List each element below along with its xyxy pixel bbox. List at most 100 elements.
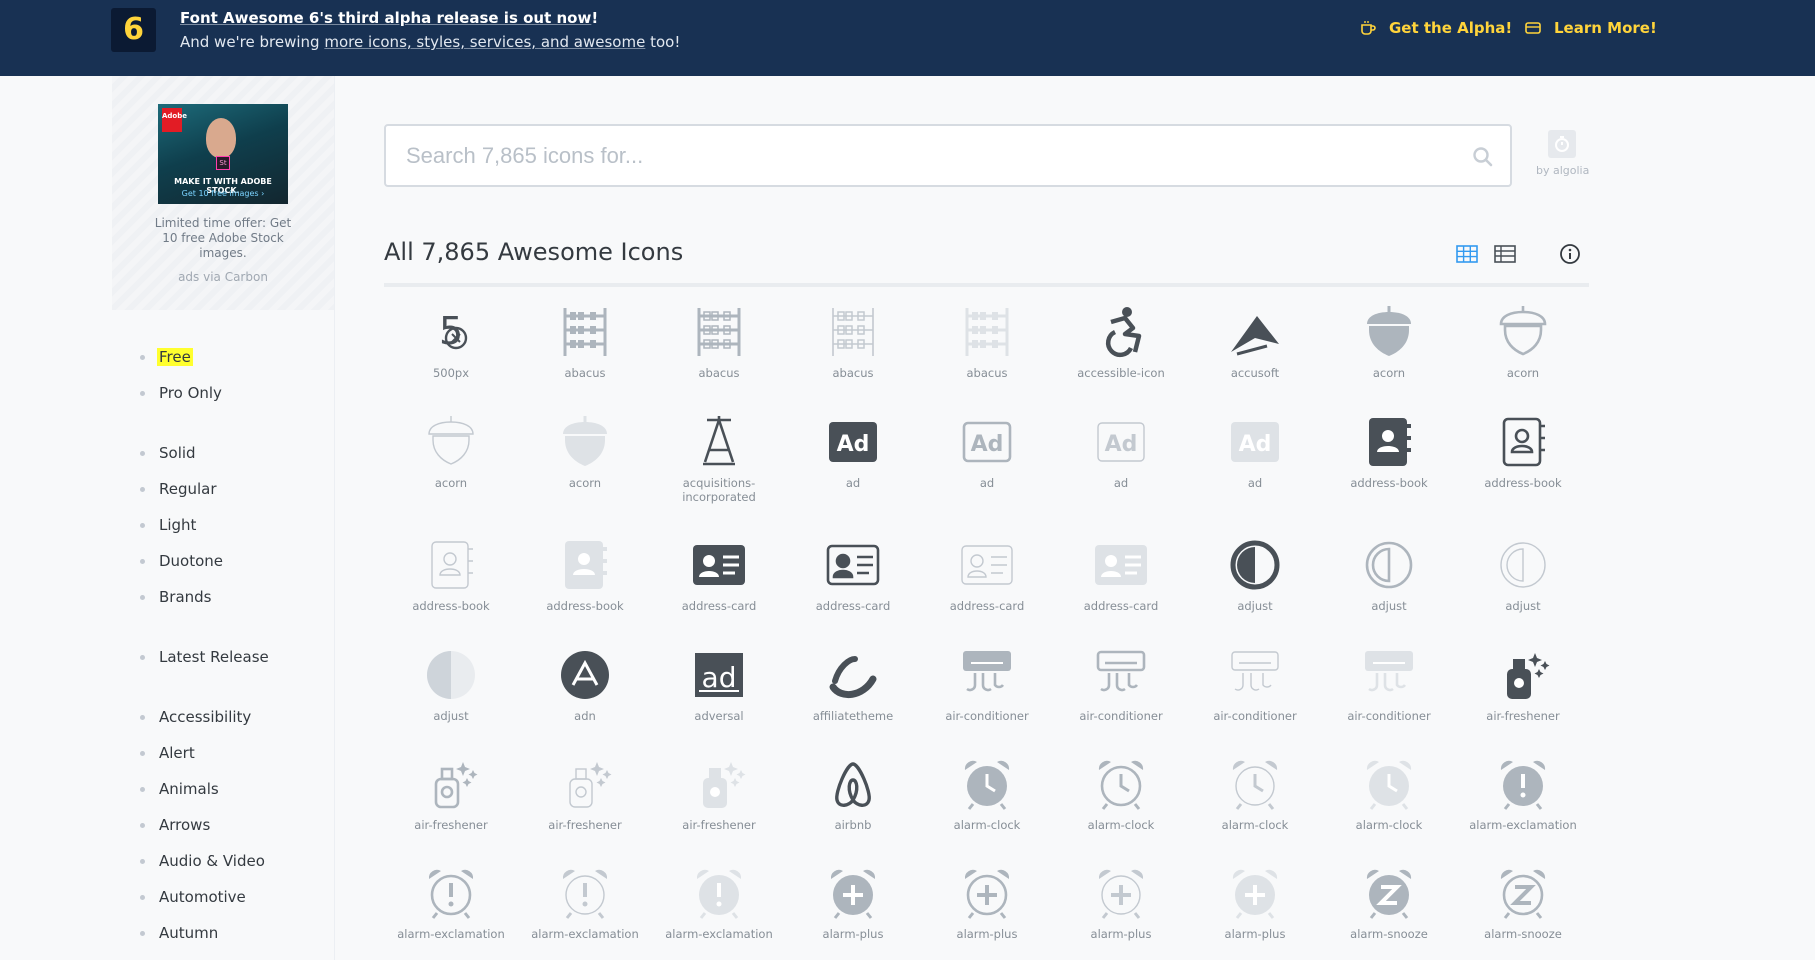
- icon-grid-item[interactable]: acorn: [1456, 304, 1590, 380]
- icon-grid-item[interactable]: address-book: [1322, 414, 1456, 490]
- filter-item[interactable]: Duotone: [140, 551, 223, 571]
- icon-grid-item[interactable]: alarm-exclamation: [1456, 756, 1590, 832]
- icon-grid-item[interactable]: address-book: [1456, 414, 1590, 490]
- filter-item[interactable]: Light: [140, 515, 196, 535]
- icon-grid-item[interactable]: adjust: [1456, 537, 1590, 613]
- icon-grid-item[interactable]: acorn: [384, 414, 518, 490]
- icon-grid-item[interactable]: alarm-exclamation: [652, 865, 786, 941]
- icon-grid-item[interactable]: air-freshener: [518, 756, 652, 832]
- icon-grid-item[interactable]: alarm-exclamation: [384, 865, 518, 941]
- filter-item[interactable]: Alert: [140, 743, 195, 763]
- icon-grid-item[interactable]: accusoft: [1188, 304, 1322, 380]
- aircon-icon: [1231, 651, 1279, 691]
- filter-item[interactable]: Animals: [140, 779, 219, 799]
- bullet-icon: [140, 858, 145, 864]
- filter-item[interactable]: Free: [140, 347, 193, 367]
- icon-grid-item[interactable]: airbnb: [786, 756, 920, 832]
- filter-item[interactable]: Pro Only: [140, 383, 222, 403]
- icon-grid-item[interactable]: air-freshener: [384, 756, 518, 832]
- fa6-logo[interactable]: 6: [111, 8, 156, 52]
- icon-grid-item[interactable]: acquisitions-incorporated: [652, 414, 786, 504]
- icon-grid-item[interactable]: air-conditioner: [1188, 647, 1322, 723]
- icon-grid-item[interactable]: alarm-snooze: [1322, 865, 1456, 941]
- bullet-icon: [140, 594, 145, 600]
- search-input[interactable]: [406, 140, 1446, 172]
- icon-grid-item[interactable]: address-card: [652, 537, 786, 613]
- info-circle-icon: [1560, 244, 1580, 264]
- ad-via-carbon[interactable]: ads via Carbon: [152, 270, 294, 284]
- banner-headline-link[interactable]: Font Awesome 6's third alpha release is …: [180, 9, 591, 27]
- icon-grid-item[interactable]: accessible-icon: [1054, 304, 1188, 380]
- filter-item[interactable]: Automotive: [140, 887, 246, 907]
- accessible-icon: [1105, 307, 1142, 358]
- icon-grid-item[interactable]: Ad ad: [786, 414, 920, 490]
- icon-grid-item[interactable]: adjust: [1188, 537, 1322, 613]
- icon-grid-item[interactable]: adjust: [1322, 537, 1456, 613]
- filter-item[interactable]: Solid: [140, 443, 196, 463]
- icon-grid-item[interactable]: air-conditioner: [920, 647, 1054, 723]
- grid-view-button[interactable]: [1455, 242, 1479, 266]
- grid-icon: [1456, 245, 1478, 263]
- icon-grid-item[interactable]: address-book: [518, 537, 652, 613]
- addressbook-icon: [565, 541, 607, 589]
- icon-grid-item[interactable]: air-freshener: [1456, 647, 1590, 723]
- icon-name: ad: [1247, 476, 1263, 490]
- icon-grid-item[interactable]: air-freshener: [652, 756, 786, 832]
- filter-item[interactable]: Regular: [140, 479, 217, 499]
- info-button[interactable]: [1558, 242, 1582, 266]
- icon-grid-item[interactable]: Ad ad: [920, 414, 1054, 490]
- icon-grid-item[interactable]: abacus: [786, 304, 920, 380]
- icon-grid-item[interactable]: alarm-plus: [1054, 865, 1188, 941]
- icon-grid-item[interactable]: address-card: [920, 537, 1054, 613]
- icon-grid-item[interactable]: affiliatetheme: [786, 647, 920, 723]
- search-icon[interactable]: [1472, 146, 1494, 168]
- filter-item[interactable]: Autumn: [140, 923, 218, 943]
- icon-grid-item[interactable]: abacus: [518, 304, 652, 380]
- icon-grid-item[interactable]: alarm-snooze: [1456, 865, 1590, 941]
- aircon-icon: [963, 651, 1011, 692]
- icon-name: abacus: [832, 366, 874, 380]
- filter-item[interactable]: Latest Release: [140, 647, 269, 667]
- banner-sub-link[interactable]: more icons, styles, services, and awesom…: [324, 33, 645, 51]
- icon-grid-item[interactable]: adjust: [384, 647, 518, 723]
- icon-grid-item[interactable]: address-card: [1054, 537, 1188, 613]
- icon-grid-item[interactable]: air-conditioner: [1054, 647, 1188, 723]
- icon-name: air-conditioner: [1079, 709, 1163, 723]
- icon-grid-item[interactable]: 5 500px: [384, 304, 518, 380]
- icon-grid-item[interactable]: alarm-plus: [920, 865, 1054, 941]
- icon-grid-item[interactable]: abacus: [652, 304, 786, 380]
- filter-item[interactable]: Audio & Video: [140, 851, 265, 871]
- icon-grid-item[interactable]: air-conditioner: [1322, 647, 1456, 723]
- icon-grid-item[interactable]: alarm-plus: [786, 865, 920, 941]
- icon-grid-item[interactable]: Ad ad: [1188, 414, 1322, 490]
- icon-grid-item[interactable]: acorn: [1322, 304, 1456, 380]
- icon-grid-item[interactable]: address-book: [384, 537, 518, 613]
- ad-text[interactable]: Limited time offer: Get 10 free Adobe St…: [152, 216, 294, 261]
- filter-item[interactable]: Arrows: [140, 815, 210, 835]
- icon-name: adjust: [433, 709, 469, 723]
- get-alpha-button[interactable]: Get the Alpha!: [1359, 19, 1512, 37]
- icon-grid-item[interactable]: ad adversal: [652, 647, 786, 723]
- learn-more-button[interactable]: Learn More!: [1524, 19, 1657, 37]
- icon-grid-item[interactable]: Ad ad: [1054, 414, 1188, 490]
- icon-grid-item[interactable]: alarm-plus: [1188, 865, 1322, 941]
- icon-grid-item[interactable]: adn: [518, 647, 652, 723]
- icon-grid-item[interactable]: abacus: [920, 304, 1054, 380]
- icon-name: accessible-icon: [1077, 366, 1165, 380]
- algolia-badge[interactable]: by algolia: [1536, 130, 1589, 177]
- icon-grid-item[interactable]: alarm-exclamation: [518, 865, 652, 941]
- filter-item[interactable]: Brands: [140, 587, 212, 607]
- filter-label: Autumn: [159, 924, 219, 942]
- icon-grid-item[interactable]: address-card: [786, 537, 920, 613]
- icon-grid-item[interactable]: alarm-clock: [920, 756, 1054, 832]
- icon-grid-item[interactable]: alarm-clock: [1054, 756, 1188, 832]
- filter-item[interactable]: Accessibility: [140, 707, 251, 727]
- alarmplus-icon: [830, 869, 876, 919]
- acorn-icon: [1499, 306, 1547, 356]
- ad-image[interactable]: Adobe St MAKE IT WITH ADOBE STOCK. Get 1…: [158, 104, 288, 204]
- icon-grid-item[interactable]: acorn: [518, 414, 652, 490]
- icon-grid-item[interactable]: alarm-clock: [1188, 756, 1322, 832]
- adobe-logo: Adobe: [162, 108, 187, 132]
- table-view-button[interactable]: [1493, 242, 1517, 266]
- icon-grid-item[interactable]: alarm-clock: [1322, 756, 1456, 832]
